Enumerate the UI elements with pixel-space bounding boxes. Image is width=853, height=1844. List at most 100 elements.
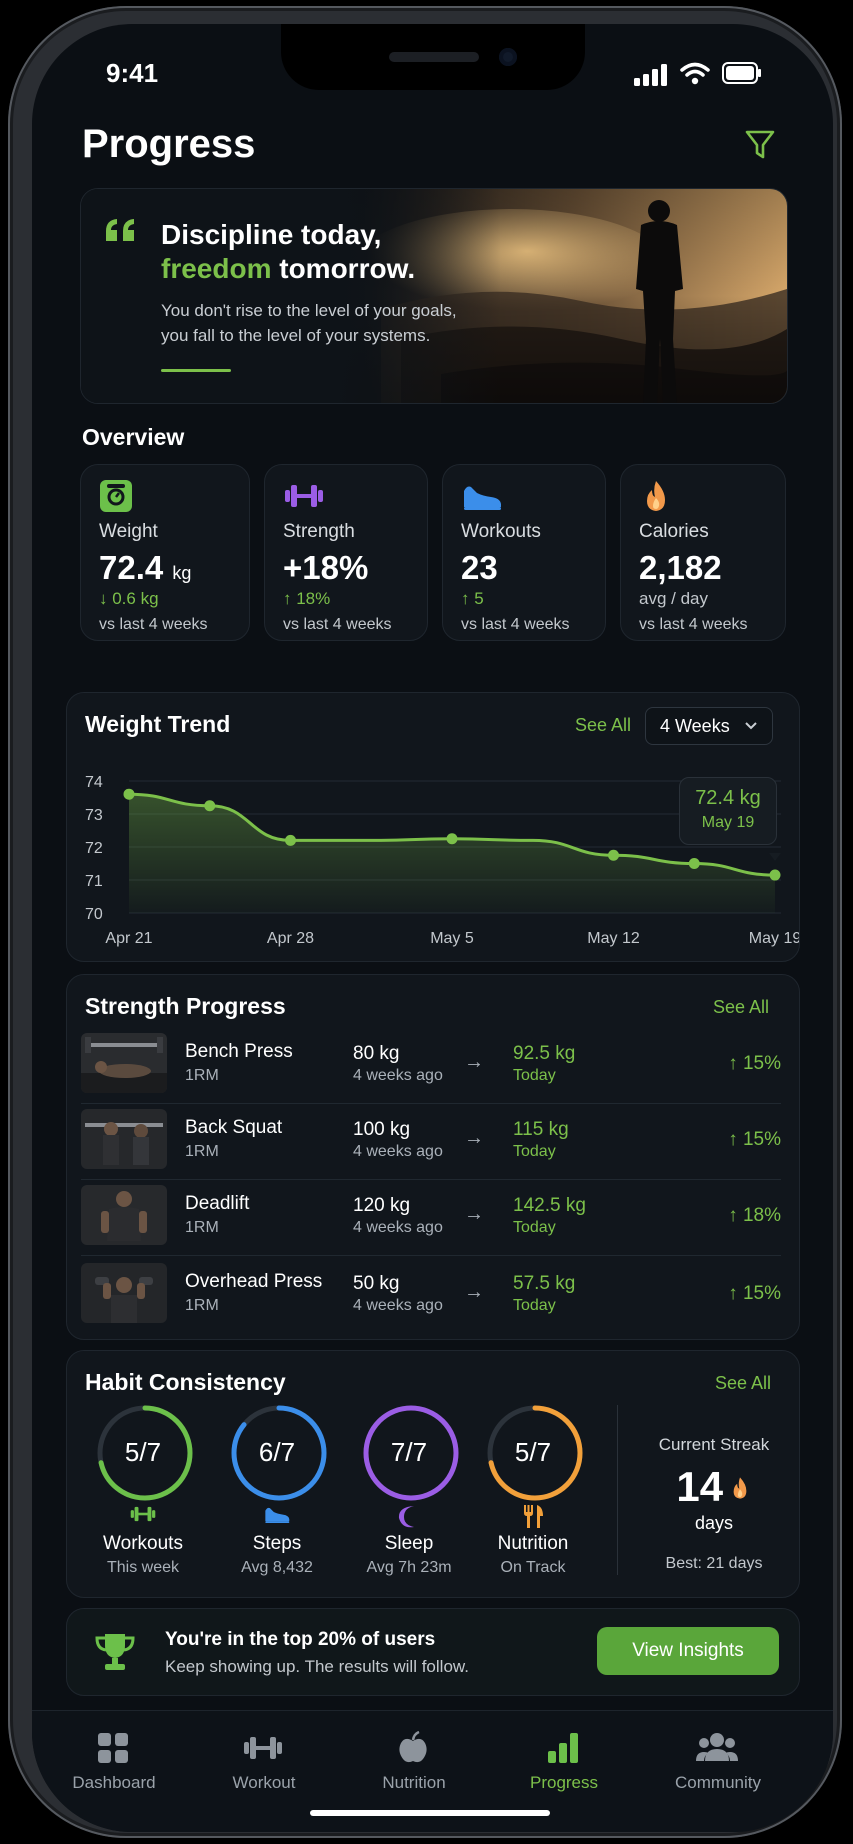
quote-body1: You don't rise to the level of your goal… [161, 301, 457, 320]
strength-row[interactable]: Bench Press 1RM 80 kg 4 weeks ago → 92.5… [81, 1033, 781, 1097]
exercise-old-sub: 4 weeks ago [353, 1219, 443, 1236]
overview-vs: vs last 4 weeks [461, 616, 570, 633]
exercise-pct: ↑ 15% [728, 1129, 781, 1150]
overview-change: avg / day [639, 589, 708, 608]
trend-point [608, 849, 619, 861]
scale-icon [100, 480, 132, 512]
vertical-divider [617, 1405, 618, 1575]
overview-label: Strength [283, 521, 355, 542]
ring-sub: This week [106, 1559, 180, 1576]
overview-card-strength[interactable]: Strength +18% ↑ 18% vs last 4 weeks [264, 464, 428, 641]
phone-frame: 9:41 Progress Discipline today, freedom … [8, 6, 842, 1838]
filter-icon[interactable] [744, 128, 776, 162]
ring-name: Sleep [384, 1533, 434, 1554]
tooltip-value: 72.4 kg [695, 787, 761, 809]
overview-change: ↑ 18% [283, 589, 331, 608]
habit-ring-sleep[interactable]: 7/7 Sleep Avg 7h 23m [361, 1405, 461, 1576]
arrow-right-icon: → [464, 1051, 484, 1073]
home-indicator[interactable] [310, 1810, 550, 1816]
streak-value: 14 [676, 1463, 724, 1510]
dumbbell-icon [95, 1503, 191, 1530]
bar-chart-icon [548, 1733, 578, 1763]
overview-vs: vs last 4 weeks [99, 616, 208, 633]
overview-change: ↑ 5 [461, 589, 484, 608]
x-tick-label: May 12 [587, 930, 640, 947]
overview-label: Calories [639, 521, 709, 542]
strength-row[interactable]: Deadlift 1RM 120 kg 4 weeks ago → 142.5 … [81, 1185, 781, 1249]
strength-see-all[interactable]: See All [713, 997, 769, 1018]
nav-label: Dashboard [72, 1773, 156, 1792]
exercise-new: 92.5 kg [513, 1043, 576, 1064]
utensils-icon [485, 1503, 581, 1534]
battery-icon [722, 62, 761, 84]
quote-card[interactable]: Discipline today, freedom tomorrow. You … [80, 188, 788, 404]
ring-name: Steps [252, 1533, 302, 1554]
status-time: 9:41 [106, 58, 159, 88]
strength-row[interactable]: Overhead Press 1RM 50 kg 4 weeks ago → 5… [81, 1263, 781, 1327]
ring-value: 5/7 [514, 1437, 552, 1467]
habit-title: Habit Consistency [85, 1369, 286, 1395]
ring-name: Workouts [103, 1533, 183, 1554]
arrow-right-icon: → [464, 1203, 484, 1225]
weight-trend-title: Weight Trend [85, 711, 231, 737]
exercise-name: Overhead Press [185, 1271, 323, 1292]
trend-point [769, 869, 781, 881]
overview-value: +18% [283, 549, 369, 586]
flame-icon [733, 1477, 746, 1499]
overview-card-weight[interactable]: Weight 72.4 kg ↓ 0.6 kg vs last 4 weeks [80, 464, 250, 641]
ring-value: 7/7 [390, 1437, 428, 1467]
exercise-new-sub: Today [513, 1297, 556, 1314]
view-insights-button[interactable]: View Insights [597, 1627, 779, 1675]
ring-value: 5/7 [124, 1437, 162, 1467]
streak-value-row: 14 [629, 1463, 799, 1511]
wifi-icon [680, 62, 710, 85]
nav-label: Nutrition [382, 1773, 446, 1792]
flame-icon [647, 481, 665, 511]
quote-icon [106, 219, 134, 241]
exercise-old-sub: 4 weeks ago [353, 1143, 443, 1160]
quote-body2: you fall to the level of your systems. [161, 326, 431, 345]
ring-name: Nutrition [497, 1533, 569, 1554]
y-tick-label: 74 [85, 774, 103, 791]
habit-consistency-card: Habit Consistency See All 5/7 Workouts Thi… [66, 1350, 800, 1598]
dashboard-icon [98, 1733, 128, 1763]
exercise-new: 57.5 kg [513, 1273, 576, 1294]
overview-card-calories[interactable]: Calories 2,182 avg / day vs last 4 weeks [620, 464, 786, 641]
overview-card-workouts[interactable]: Workouts 23 ↑ 5 vs last 4 weeks [442, 464, 606, 641]
x-tick-label: Apr 21 [105, 930, 152, 947]
habit-ring-workouts[interactable]: 5/7 Workouts This week [95, 1405, 195, 1576]
range-select-value: 4 Weeks [660, 716, 730, 736]
exercise-new-sub: Today [513, 1067, 556, 1084]
insights-banner: You're in the top 20% of users Keep show… [66, 1608, 800, 1696]
overview-label: Workouts [461, 521, 541, 542]
exercise-new: 115 kg [513, 1119, 569, 1140]
strength-row[interactable]: Back Squat 1RM 100 kg 4 weeks ago → 115 … [81, 1109, 781, 1173]
exercise-name: Back Squat [185, 1117, 283, 1138]
page-title: Progress [82, 122, 256, 166]
divider [81, 1255, 781, 1256]
signal-icon [634, 64, 667, 86]
overview-title: Overview [82, 424, 185, 450]
nav-label: Workout [232, 1773, 296, 1792]
banner-title: You're in the top 20% of users [165, 1629, 436, 1650]
apple-icon [399, 1731, 427, 1763]
habit-ring-steps[interactable]: 6/7 Steps Avg 8,432 [229, 1405, 329, 1576]
tooltip-pointer [769, 853, 781, 862]
divider [81, 1103, 781, 1104]
screen: 9:41 Progress Discipline today, freedom … [32, 24, 833, 1832]
trophy-icon [95, 1634, 135, 1670]
back-squat-image [81, 1109, 167, 1169]
banner-sub: Keep showing up. The results will follow… [165, 1657, 469, 1676]
people-icon [696, 1733, 738, 1761]
y-tick-label: 70 [85, 906, 103, 923]
arrow-right-icon: → [464, 1281, 484, 1303]
trend-point [285, 834, 296, 846]
exercise-new: 142.5 kg [513, 1195, 586, 1216]
exercise-old-sub: 4 weeks ago [353, 1067, 443, 1084]
habit-ring-nutrition[interactable]: 5/7 Nutrition On Track [485, 1405, 585, 1576]
weight-trend-see-all[interactable]: See All [575, 715, 631, 736]
habit-see-all[interactable]: See All [715, 1373, 771, 1394]
strength-title: Strength Progress [85, 993, 286, 1019]
exercise-new-sub: Today [513, 1143, 556, 1160]
range-select[interactable]: 4 Weeks [645, 707, 773, 745]
